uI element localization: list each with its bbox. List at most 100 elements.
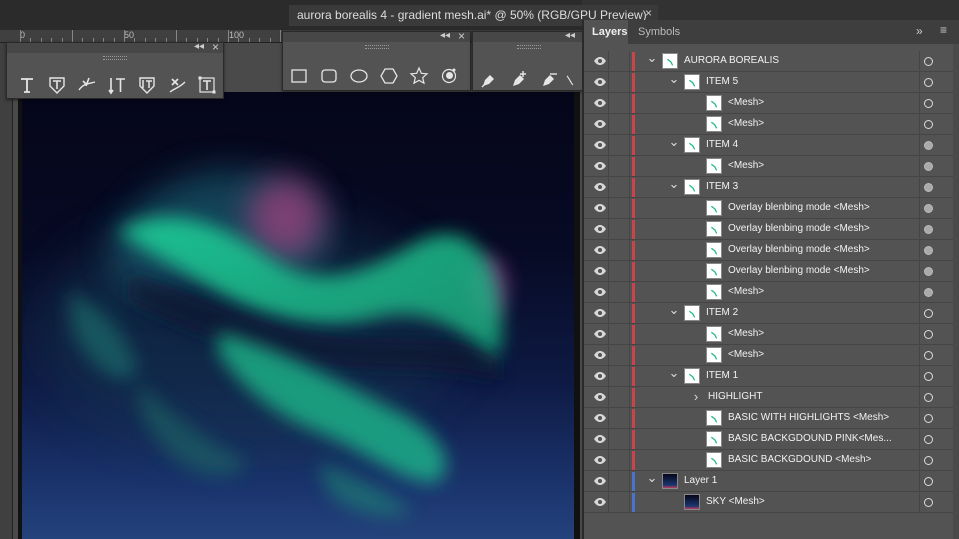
layer-row[interactable]: Overlay blenbing mode <Mesh> [584,261,959,282]
layer-row[interactable]: <Mesh> [584,345,959,366]
panel-grip[interactable] [516,45,541,49]
target-circle-icon[interactable] [924,57,933,66]
layer-name[interactable]: AURORA BOREALIS [684,55,779,66]
layer-row[interactable]: ⌄ ITEM 1 [584,366,959,387]
pen-icon[interactable] [475,66,503,94]
target-circle-icon[interactable] [924,477,933,486]
layer-row[interactable]: › HIGHLIGHT [584,387,959,408]
target-circle-icon[interactable] [924,456,933,465]
area-type-icon[interactable] [43,71,71,99]
layer-row[interactable]: <Mesh> [584,114,959,135]
tab-layers[interactable]: Layers [584,20,628,44]
bounding-type-icon[interactable] [193,71,221,99]
artboard[interactable] [18,92,580,539]
collapse-icon[interactable]: ◂◂ [194,41,204,52]
vertical-ruler[interactable] [0,43,13,539]
layer-name[interactable]: Layer 1 [684,475,717,486]
visibility-eye-icon[interactable] [593,454,607,466]
anchor-point-icon[interactable] [565,66,579,94]
chevron-down-icon[interactable]: ⌄ [668,366,680,383]
target-circle-icon[interactable] [924,498,933,507]
target-circle-icon[interactable] [924,351,933,360]
close-icon[interactable]: × [212,40,219,54]
layer-name[interactable]: ITEM 2 [706,307,738,318]
target-circle-icon[interactable] [924,204,933,213]
visibility-eye-icon[interactable] [593,244,607,256]
target-circle-icon[interactable] [924,183,933,192]
chevron-down-icon[interactable]: ⌄ [668,177,680,194]
layer-name[interactable]: ITEM 1 [706,370,738,381]
layer-row[interactable]: ⌄ AURORA BOREALIS [584,51,959,72]
layer-row[interactable]: ⌄ ITEM 2 [584,303,959,324]
target-circle-icon[interactable] [924,267,933,276]
layer-row[interactable]: Overlay blenbing mode <Mesh> [584,198,959,219]
target-circle-icon[interactable] [924,330,933,339]
visibility-eye-icon[interactable] [593,475,607,487]
layer-name[interactable]: HIGHLIGHT [708,391,762,402]
layer-name[interactable]: <Mesh> [728,160,764,171]
layer-name[interactable]: BASIC WITH HIGHLIGHTS <Mesh> [728,412,889,423]
visibility-eye-icon[interactable] [593,118,607,130]
polygon-icon[interactable] [375,62,403,90]
layer-name[interactable]: ITEM 3 [706,181,738,192]
pen-tools-panel[interactable]: ◂◂ [472,30,584,94]
target-circle-icon[interactable] [924,78,933,87]
target-circle-icon[interactable] [924,99,933,108]
target-circle-icon[interactable] [924,393,933,402]
layer-row[interactable]: ⌄ Layer 1 [584,471,959,492]
visibility-eye-icon[interactable] [593,496,607,508]
layer-name[interactable]: Overlay blenbing mode <Mesh> [728,202,870,213]
chevron-down-icon[interactable]: ⌄ [646,51,658,68]
shape-tools-panel[interactable]: ◂◂ × [282,29,471,91]
panel-menu-icon[interactable]: ≡ [940,23,947,37]
layers-scrollbar[interactable] [953,44,959,539]
touch-type-icon[interactable] [163,71,191,99]
target-circle-icon[interactable] [924,414,933,423]
add-anchor-icon[interactable] [505,66,533,94]
layer-name[interactable]: <Mesh> [728,118,764,129]
layer-name[interactable]: ITEM 5 [706,76,738,87]
chevron-down-icon[interactable]: ⌄ [668,135,680,152]
vertical-type-icon[interactable] [103,71,131,99]
layer-row[interactable]: <Mesh> [584,93,959,114]
type-tools-panel[interactable]: ◂◂ × [6,40,224,99]
chevron-right-icon[interactable]: › [690,390,702,404]
layer-name[interactable]: Overlay blenbing mode <Mesh> [728,265,870,276]
layer-row[interactable]: BASIC BACKGDOUND <Mesh> [584,450,959,471]
layer-name[interactable]: BASIC BACKGDOUND PINK<Mes... [728,433,892,444]
layer-name[interactable]: Overlay blenbing mode <Mesh> [728,244,870,255]
layer-name[interactable]: SKY <Mesh> [706,496,765,507]
target-circle-icon[interactable] [924,288,933,297]
type-on-path-icon[interactable] [73,71,101,99]
layer-row[interactable]: Overlay blenbing mode <Mesh> [584,219,959,240]
tab-symbols[interactable]: Symbols [630,20,690,44]
target-circle-icon[interactable] [924,372,933,381]
ellipse-icon[interactable] [345,62,373,90]
visibility-eye-icon[interactable] [593,391,607,403]
panel-grip[interactable] [364,45,389,49]
rounded-rectangle-icon[interactable] [315,62,343,90]
target-circle-icon[interactable] [924,309,933,318]
type-tool-icon[interactable] [13,71,41,99]
visibility-eye-icon[interactable] [593,412,607,424]
collapse-icon[interactable]: ◂◂ [565,30,575,41]
panel-header[interactable]: ◂◂ × [283,29,470,43]
layer-row[interactable]: BASIC BACKGDOUND PINK<Mes... [584,429,959,450]
visibility-eye-icon[interactable] [593,433,607,445]
visibility-eye-icon[interactable] [593,76,607,88]
panel-header[interactable]: ◂◂ × [7,40,223,54]
close-icon[interactable]: × [458,29,465,43]
flare-icon[interactable] [435,62,463,90]
chevron-down-icon[interactable]: ⌄ [668,303,680,320]
visibility-eye-icon[interactable] [593,328,607,340]
visibility-eye-icon[interactable] [593,370,607,382]
layer-row[interactable]: SKY <Mesh> [584,492,959,513]
layer-row[interactable]: <Mesh> [584,324,959,345]
layer-name[interactable]: <Mesh> [728,349,764,360]
visibility-eye-icon[interactable] [593,181,607,193]
chevron-down-icon[interactable]: ⌄ [646,471,658,488]
target-circle-icon[interactable] [924,162,933,171]
vertical-area-type-icon[interactable] [133,71,161,99]
layer-row[interactable]: ⌄ ITEM 3 [584,177,959,198]
chevron-down-icon[interactable]: ⌄ [668,72,680,89]
